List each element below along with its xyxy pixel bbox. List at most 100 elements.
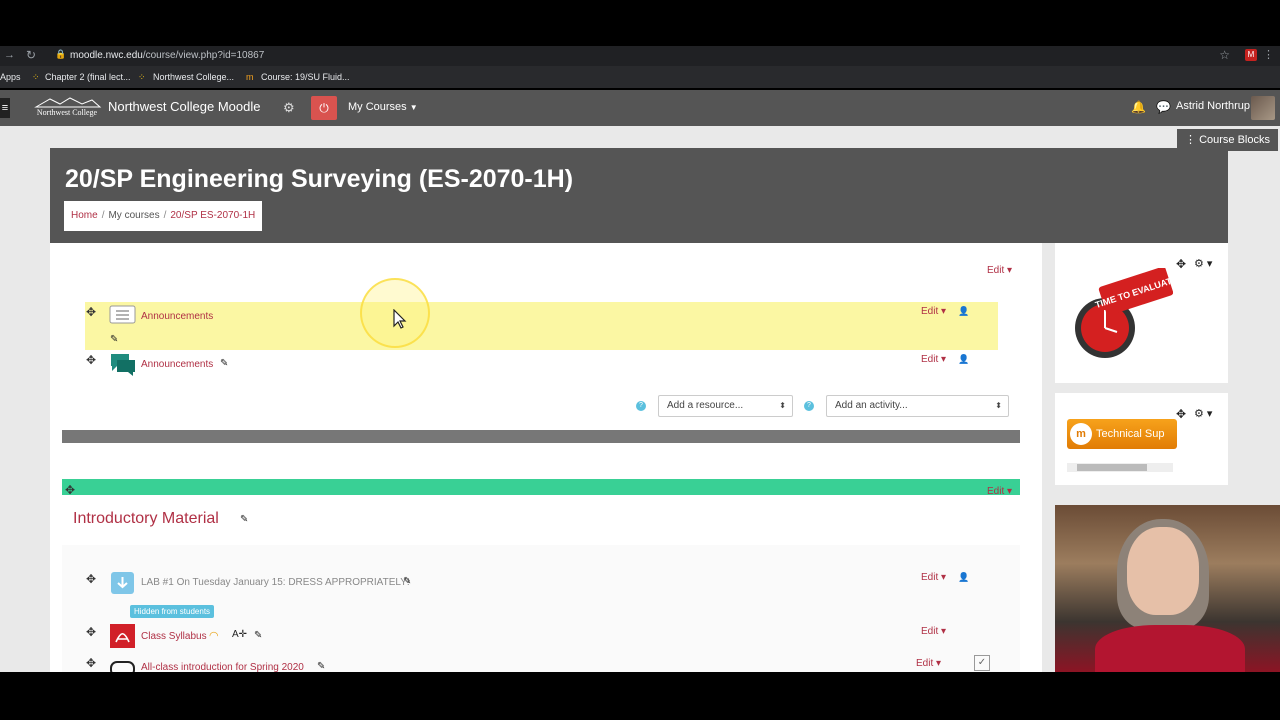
section-title[interactable]: Introductory Material (73, 510, 219, 528)
extension-icon[interactable]: M (1245, 49, 1257, 61)
hamburger-menu-icon[interactable]: ≡ (0, 98, 10, 118)
site-name[interactable]: Northwest College Moodle (108, 99, 260, 114)
activity-edit-menu[interactable]: Edit ▾ (921, 354, 946, 365)
moodle-navbar: ≡ Northwest College Northwest College Mo… (0, 90, 1280, 126)
completion-checkbox[interactable]: ✓ (974, 655, 990, 671)
pencil-icon[interactable]: ✎ (254, 630, 262, 641)
move-icon[interactable]: ✥ (1176, 407, 1186, 421)
breadcrumb-my-courses[interactable]: My courses (108, 210, 159, 221)
gear-icon[interactable]: ⚙ ▾ (1194, 407, 1212, 420)
section-highlight-band (62, 479, 1020, 495)
activity-edit-menu[interactable]: Edit ▾ (921, 572, 946, 583)
add-resource-select[interactable]: Add a resource... ⬍ (658, 395, 793, 417)
pencil-icon[interactable]: ✎ (110, 334, 118, 345)
power-button[interactable]: ⏻ (311, 96, 337, 120)
menu-dots-icon[interactable]: ⋮ (1263, 48, 1274, 61)
partial-access-icon: ◠ (209, 630, 219, 642)
horizontal-scrollbar[interactable] (1067, 463, 1173, 472)
activity-edit-menu[interactable]: Edit ▾ (921, 626, 946, 637)
bookmark-star-icon[interactable]: ☆ (1219, 48, 1230, 62)
chat-icon[interactable]: 💬 (1156, 100, 1171, 114)
activity-announcements-1[interactable]: Announcements (141, 311, 213, 322)
breadcrumb-course[interactable]: 20/SP ES-2070-1H (170, 210, 255, 221)
person-icon[interactable]: 👤 (958, 306, 969, 317)
moodle-bookmark-icon: m (246, 72, 254, 82)
reload-icon[interactable]: ↻ (26, 48, 36, 62)
indent-arrows-icon[interactable]: A✛ (232, 629, 247, 640)
move-icon[interactable]: ✥ (1176, 257, 1186, 271)
select-arrows-icon: ⬍ (779, 401, 786, 410)
forum-icon (109, 305, 136, 324)
move-icon[interactable]: ✥ (65, 483, 75, 497)
tech-support-block: ✥ ⚙ ▾ m Technical Sup (1055, 393, 1228, 485)
my-courses-label: My Courses (348, 101, 407, 113)
url-link-icon (110, 661, 135, 672)
select-arrows-icon: ⬍ (995, 401, 1002, 410)
bookmark-chapter2[interactable]: Chapter 2 (final lect... (45, 72, 131, 82)
url-field[interactable]: moodle.nwc.edu/course/view.php?id=10867 (70, 50, 264, 61)
webcam-overlay (1055, 505, 1280, 672)
pencil-icon[interactable]: ✎ (317, 661, 325, 672)
edit-label: Edit (916, 658, 934, 669)
edit-label: Edit (921, 572, 939, 583)
lock-icon: 🔒 (55, 49, 67, 59)
gear-icon[interactable]: ⚙ ▾ (1194, 257, 1212, 270)
move-icon[interactable]: ✥ (86, 572, 96, 586)
edit-label: Edit (921, 306, 939, 317)
pencil-icon[interactable]: ✎ (240, 514, 248, 525)
forward-icon[interactable]: → (4, 49, 15, 61)
pencil-icon[interactable]: ✎ (403, 576, 411, 587)
edit-label: Edit (921, 626, 939, 637)
edit-label: Edit (987, 486, 1005, 497)
pencil-icon[interactable]: ✎ (220, 358, 228, 369)
northwest-college-logo[interactable]: Northwest College (30, 95, 105, 121)
activity-class-syllabus[interactable]: Class Syllabus (141, 631, 207, 642)
activity-lab1[interactable]: LAB #1 On Tuesday January 15: DRESS APPR… (141, 577, 410, 588)
section-divider (62, 430, 1020, 443)
webcam-shirt (1095, 625, 1245, 672)
bookmark-icon: ⁘ (138, 72, 146, 82)
edit-label: Edit (921, 354, 939, 365)
mouse-pointer-icon (393, 309, 407, 329)
person-icon[interactable]: 👤 (958, 354, 969, 365)
browser-url-bar: → ↻ 🔒 moodle.nwc.edu/course/view.php?id=… (0, 46, 1280, 66)
move-icon[interactable]: ✥ (86, 625, 96, 639)
gears-icon[interactable]: ⚙ (283, 100, 295, 116)
url-path: /course/view.php?id=10867 (142, 50, 265, 61)
move-icon[interactable]: ✥ (86, 656, 96, 670)
section1-edit-menu[interactable]: Edit ▾ (987, 486, 1012, 497)
url-host: moodle.nwc.edu (70, 50, 143, 61)
highlighted-activity-row (85, 302, 998, 350)
activity-edit-menu[interactable]: Edit ▾ (916, 658, 941, 669)
move-icon[interactable]: ✥ (86, 305, 96, 319)
help-icon[interactable]: ? (804, 401, 814, 411)
technical-support-banner[interactable]: m Technical Sup (1067, 419, 1177, 449)
breadcrumb-home[interactable]: Home (71, 210, 98, 221)
pdf-icon (110, 624, 135, 648)
bookmark-icon: ⁘ (32, 72, 40, 82)
forum-chat-icon (111, 354, 135, 376)
bookmark-course[interactable]: Course: 19/SU Fluid... (261, 72, 350, 82)
webcam-face (1127, 527, 1199, 615)
avatar[interactable] (1251, 96, 1275, 120)
activity-all-class-intro[interactable]: All-class introduction for Spring 2020 (141, 662, 304, 673)
caret-down-icon: ▼ (409, 103, 418, 112)
section0-edit-menu[interactable]: Edit ▾ (987, 265, 1012, 276)
time-to-evaluate-image[interactable]: TIME TO EVALUATE (1071, 268, 1173, 360)
activity-announcements-2[interactable]: Announcements (141, 359, 213, 370)
breadcrumb-separator: / (101, 210, 105, 221)
my-courses-menu[interactable]: My Courses ▼ (348, 101, 418, 113)
bookmark-apps[interactable]: Apps (0, 72, 21, 82)
help-icon[interactable]: ? (636, 401, 646, 411)
person-icon[interactable]: 👤 (958, 572, 969, 583)
move-icon[interactable]: ✥ (86, 353, 96, 367)
vertical-dots-icon: ⋮ (1185, 134, 1197, 146)
user-name[interactable]: Astrid Northrup (1176, 100, 1250, 112)
add-activity-label: Add an activity... (835, 400, 908, 411)
scrollbar-thumb[interactable] (1077, 464, 1147, 471)
add-activity-select[interactable]: Add an activity... ⬍ (826, 395, 1009, 417)
course-header: 20/SP Engineering Surveying (ES-2070-1H)… (50, 148, 1228, 243)
bookmark-northwest[interactable]: Northwest College... (153, 72, 234, 82)
activity-edit-menu[interactable]: Edit ▾ (921, 306, 946, 317)
bell-icon[interactable]: 🔔 (1131, 100, 1146, 114)
